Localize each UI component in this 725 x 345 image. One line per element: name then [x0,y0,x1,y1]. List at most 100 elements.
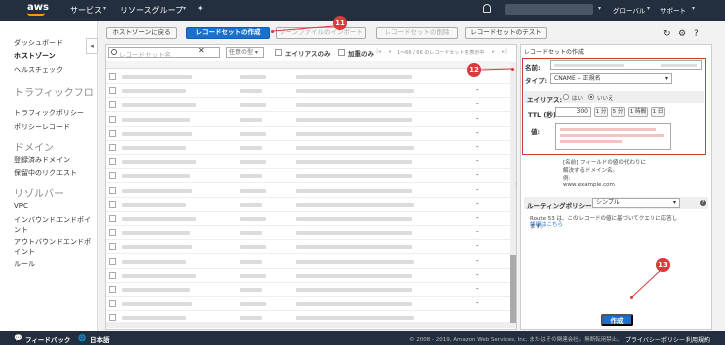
row-checkbox[interactable] [109,257,116,265]
sidebar-item-traffic-policies[interactable]: トラフィックポリシー [14,108,84,118]
table-row[interactable]: - [106,240,511,255]
panel-splitter-icon[interactable]: ⋮ [513,182,519,189]
row-checkbox[interactable] [109,186,116,194]
first-page-icon[interactable]: |◂ [376,48,381,55]
table-row[interactable]: - [106,198,511,212]
sidebar-item-pending-requests[interactable]: 保留中のリクエスト [14,168,77,178]
terms-link[interactable]: 利用規約 [686,335,710,344]
row-checkbox[interactable] [109,172,116,180]
redacted-cell [296,202,414,207]
row-checkbox[interactable] [109,300,116,308]
delete-record-set-button[interactable]: レコードセットの削除 [376,27,458,39]
list-horizontal-scrollbar[interactable] [106,322,510,328]
pin-icon[interactable]: ✦ [197,4,204,13]
table-row[interactable]: - [106,169,511,184]
table-row[interactable]: - [106,84,511,99]
weighted-only-checkbox[interactable] [338,49,345,56]
row-checkbox[interactable] [109,286,116,293]
globe-icon[interactable]: 🌐 [78,334,86,342]
list-scroll-thumb[interactable] [510,255,516,323]
sidebar-item-rules[interactable]: ルール [14,259,35,269]
create-record-set-title: レコードセットの作成 [524,49,585,56]
routing-policy-value: シンプル [596,199,620,206]
table-row[interactable]: - [106,297,511,312]
last-page-icon[interactable]: ▸| [502,48,507,55]
sidebar-item-policy-records[interactable]: ポリシーレコード [14,122,70,132]
table-row[interactable]: - [106,212,511,226]
row-checkbox[interactable] [109,229,116,237]
table-row[interactable]: - [106,226,511,241]
support-caret-icon[interactable]: ▾ [692,5,695,12]
routing-help-icon[interactable]: ? [700,200,706,206]
row-checkbox[interactable] [109,115,116,123]
routing-learn-more-link[interactable]: 詳細はこちら [530,220,563,228]
sidebar-item-registered-domains[interactable]: 登録済みドメイン [14,155,70,165]
resource-groups-caret-icon[interactable]: ▾ [183,5,186,12]
record-table-header [106,61,511,69]
create-button[interactable]: 作成 [601,314,633,326]
row-checkbox[interactable] [109,101,116,109]
row-checkbox[interactable] [109,200,116,208]
row-checkbox[interactable] [109,158,116,166]
table-row[interactable]: - [106,127,511,141]
feedback-link[interactable]: フィードバック [25,334,70,344]
table-row[interactable]: - [106,283,511,297]
privacy-policy-link[interactable]: プライバシーポリシー [625,335,685,344]
table-row[interactable]: - [106,70,511,84]
services-menu[interactable]: サービス [70,5,102,16]
bell-icon[interactable] [483,4,491,13]
sidebar-item-hosted-zones[interactable]: ホストゾーン [14,51,56,61]
import-zone-file-button[interactable]: ゾーンファイルのインポート [276,27,366,39]
redacted-cell [122,288,190,292]
sidebar-item-outbound-endpoints[interactable]: アウトバウンドエンドポイント [14,237,94,257]
sidebar-item-health-checks[interactable]: ヘルスチェック [14,65,63,75]
redacted-cell [296,245,408,250]
region-menu[interactable]: グローバル [613,5,645,15]
row-dash: - [476,256,479,265]
language-selector[interactable]: 日本語 [90,334,110,344]
feedback-icon[interactable]: 💬 [14,334,23,342]
redacted-cell [240,160,266,165]
row-checkbox[interactable] [109,243,116,251]
row-checkbox[interactable] [109,87,116,95]
help-icon[interactable]: ? [694,29,699,39]
back-to-hosted-zones-button[interactable]: ホストゾーンに戻る [106,27,177,39]
alias-only-checkbox[interactable] [275,49,282,56]
clear-search-icon[interactable]: ✕ [198,46,205,55]
redacted-cell [398,273,412,278]
account-menu[interactable] [505,4,593,15]
table-row[interactable]: - [106,255,511,269]
table-row[interactable]: - [106,269,511,283]
row-checkbox[interactable] [109,215,116,222]
next-page-icon[interactable]: ▸ [492,48,495,55]
row-checkbox[interactable] [109,144,116,151]
sidebar-item-inbound-endpoints[interactable]: インバウンドエンドポイント [14,215,92,235]
row-checkbox[interactable] [109,314,116,322]
table-row[interactable]: - [106,98,511,113]
services-caret-icon[interactable]: ▾ [103,5,106,12]
sidebar-item-dashboard[interactable]: ダッシュボード [14,38,63,48]
type-filter-select[interactable]: 任意の型 ▾ [226,47,264,58]
test-record-set-button[interactable]: レコードセットのテスト [465,27,547,39]
search-placeholder: レコードセット名 [119,51,171,59]
sidebar-item-vpc[interactable]: VPC [14,202,28,210]
redacted-cell [398,259,412,264]
row-checkbox[interactable] [109,271,116,279]
aws-logo[interactable]: aws [27,2,49,13]
prev-page-icon[interactable]: ◂ [388,48,391,55]
account-caret-icon[interactable]: ▾ [598,5,601,12]
table-row[interactable]: - [106,113,511,127]
create-record-set-button[interactable]: レコードセットの作成 [186,27,270,39]
resource-groups-menu[interactable]: リソースグループ [120,5,183,16]
refresh-icon[interactable]: ↻ [663,29,671,39]
table-row[interactable]: - [106,155,511,170]
table-row[interactable]: - [106,141,511,155]
routing-policy-select[interactable]: シンプル ▾ [592,198,680,208]
gear-icon[interactable]: ⚙ [678,29,686,39]
row-checkbox[interactable] [109,129,116,137]
region-caret-icon[interactable]: ▾ [647,5,650,12]
table-row[interactable]: - [106,184,511,198]
sidebar-collapse-icon[interactable]: ◂ [86,38,98,54]
row-checkbox[interactable] [109,73,116,80]
support-menu[interactable]: サポート [660,5,686,15]
